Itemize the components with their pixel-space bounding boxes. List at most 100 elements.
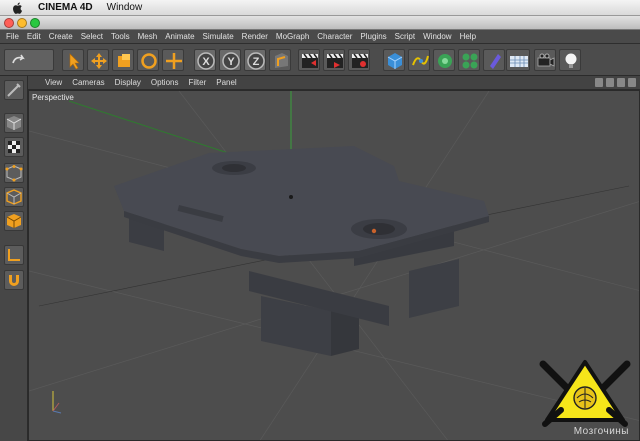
- edges-mode-button[interactable]: [4, 187, 24, 207]
- make-editable-button[interactable]: [4, 80, 24, 100]
- clapboard-icon: [302, 53, 318, 68]
- move-view-icon[interactable]: [595, 78, 603, 87]
- coordinate-system-button[interactable]: [269, 49, 291, 71]
- menu-create[interactable]: Create: [49, 32, 73, 41]
- subdivision-icon: [438, 54, 452, 68]
- menu-window[interactable]: Window: [423, 32, 451, 41]
- zoom-window-button[interactable]: [30, 18, 40, 28]
- x-axis-lock-button[interactable]: X: [194, 49, 216, 71]
- coordinate-system-icon: [275, 53, 288, 68]
- make-editable-icon: [7, 83, 21, 97]
- app-name[interactable]: CINEMA 4D: [38, 2, 93, 13]
- apple-icon[interactable]: [12, 2, 24, 14]
- deformer-icon: [490, 54, 501, 69]
- viewport-menu-bar: View Cameras Display Options Filter Pane…: [28, 76, 640, 90]
- rotate-view-icon[interactable]: [617, 78, 625, 87]
- menu-character[interactable]: Character: [317, 32, 352, 41]
- mac-menu-bar: CINEMA 4D Window: [0, 0, 640, 16]
- menu-plugins[interactable]: Plugins: [360, 32, 386, 41]
- array-generator-button[interactable]: [458, 49, 480, 71]
- viewport-camera-label[interactable]: Perspective: [32, 93, 74, 102]
- scale-icon: [118, 54, 130, 67]
- viewport-menu-cameras[interactable]: Cameras: [72, 78, 104, 87]
- polygons-mode-button[interactable]: [4, 211, 24, 231]
- spline-pen-button[interactable]: [408, 49, 430, 71]
- polygons-cube-icon: [6, 214, 22, 228]
- zoom-view-icon[interactable]: [606, 78, 614, 87]
- render-picture-viewer-button[interactable]: [323, 49, 345, 71]
- menu-tools[interactable]: Tools: [111, 32, 130, 41]
- menu-mograph[interactable]: MoGraph: [276, 32, 309, 41]
- plus-icon: [166, 53, 182, 69]
- render-settings-button[interactable]: [348, 49, 370, 71]
- floor-icon: [510, 56, 528, 67]
- svg-text:Z: Z: [253, 56, 260, 68]
- cube-primitive-button[interactable]: [383, 49, 405, 71]
- watermark-text: Мозгочины: [573, 426, 629, 437]
- array-icon: [462, 53, 478, 69]
- perspective-viewport[interactable]: Perspective Мозгочины: [28, 90, 640, 441]
- menu-select[interactable]: Select: [81, 32, 103, 41]
- close-window-button[interactable]: [4, 18, 14, 28]
- toggle-layout-icon[interactable]: [628, 78, 636, 87]
- subdivision-surface-button[interactable]: [433, 49, 455, 71]
- svg-text:Y: Y: [227, 56, 235, 68]
- z-axis-lock-button[interactable]: Z: [244, 49, 266, 71]
- cursor-icon: [69, 53, 80, 70]
- x-axis-icon: X: [197, 52, 215, 70]
- undo-redo-button[interactable]: [4, 49, 54, 71]
- viewport-menu-display[interactable]: Display: [115, 78, 141, 87]
- y-axis-lock-button[interactable]: Y: [219, 49, 241, 71]
- menu-help[interactable]: Help: [460, 32, 476, 41]
- magnet-icon: [9, 275, 19, 286]
- camera-icon: [537, 53, 555, 67]
- scale-tool-button[interactable]: [112, 49, 134, 71]
- svg-text:X: X: [202, 56, 210, 68]
- undo-icon: [12, 54, 25, 64]
- y-axis-icon: Y: [222, 52, 240, 70]
- model-mode-button[interactable]: [4, 113, 24, 133]
- mozgochiny-logo: [539, 360, 631, 427]
- menu-animate[interactable]: Animate: [165, 32, 194, 41]
- menu-mesh[interactable]: Mesh: [138, 32, 158, 41]
- points-cube-icon: [5, 165, 23, 182]
- spline-icon: [412, 55, 429, 66]
- recent-tool-button[interactable]: [162, 49, 184, 71]
- menu-edit[interactable]: Edit: [27, 32, 41, 41]
- clapboard-render-icon: [327, 53, 343, 68]
- minimize-window-button[interactable]: [17, 18, 27, 28]
- workplane-button[interactable]: [4, 245, 24, 265]
- main-toolbar: X Y Z: [0, 44, 640, 76]
- left-tool-palette: [0, 76, 28, 441]
- rotate-icon: [141, 53, 157, 69]
- move-icon: [91, 53, 107, 69]
- z-axis-icon: Z: [247, 52, 265, 70]
- camera-button[interactable]: [534, 49, 556, 71]
- light-button[interactable]: [559, 49, 581, 71]
- cube-icon: [387, 53, 403, 69]
- texture-mode-button[interactable]: [4, 137, 24, 157]
- workplane-icon: [8, 249, 20, 261]
- deformer-button[interactable]: [483, 49, 505, 71]
- rotate-tool-button[interactable]: [137, 49, 159, 71]
- menu-render[interactable]: Render: [242, 32, 268, 41]
- checker-icon: [8, 141, 20, 153]
- live-selection-button[interactable]: [62, 49, 84, 71]
- menu-simulate[interactable]: Simulate: [203, 32, 234, 41]
- points-mode-button[interactable]: [4, 163, 24, 183]
- floor-scene-button[interactable]: [506, 49, 530, 71]
- viewport-menu-filter[interactable]: Filter: [188, 78, 206, 87]
- clapboard-settings-icon: [352, 53, 368, 68]
- menu-script[interactable]: Script: [395, 32, 415, 41]
- viewport-menu-view[interactable]: View: [45, 78, 62, 87]
- render-view-button[interactable]: [298, 49, 320, 71]
- move-tool-button[interactable]: [87, 49, 109, 71]
- model-object[interactable]: [114, 146, 489, 356]
- mac-menu-window[interactable]: Window: [107, 2, 143, 13]
- viewport-menu-panel[interactable]: Panel: [216, 78, 236, 87]
- snap-button[interactable]: [4, 270, 24, 290]
- viewport-menu-options[interactable]: Options: [151, 78, 179, 87]
- menu-file[interactable]: File: [6, 32, 19, 41]
- light-bulb-icon: [565, 53, 577, 68]
- model-cube-icon: [6, 116, 22, 130]
